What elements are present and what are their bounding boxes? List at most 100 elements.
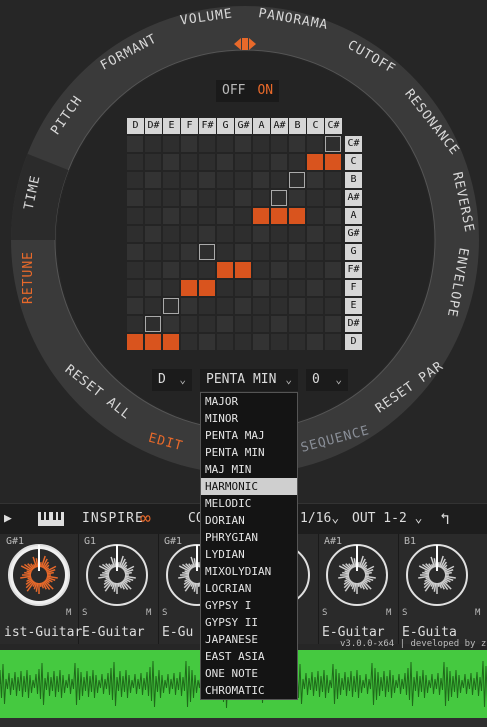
grid-cell[interactable] [127, 136, 143, 152]
grid-cell[interactable] [181, 226, 197, 242]
grid-cell[interactable] [199, 244, 215, 260]
grid-cell[interactable] [127, 262, 143, 278]
grid-cell[interactable] [253, 244, 269, 260]
grid-cell[interactable] [235, 280, 251, 296]
grid-cell[interactable] [271, 280, 287, 296]
output-dropdown[interactable]: OUT 1-2 ⌄ [352, 504, 422, 534]
grid-cell[interactable] [289, 208, 305, 224]
grid-cell[interactable] [325, 154, 341, 170]
grid-cell[interactable] [289, 244, 305, 260]
scale-option[interactable]: MAJOR [201, 393, 297, 410]
grid-cell[interactable] [145, 244, 161, 260]
grid-cell[interactable] [289, 172, 305, 188]
grid-cell[interactable] [127, 280, 143, 296]
grid-cell[interactable] [253, 172, 269, 188]
grid-cell[interactable] [289, 190, 305, 206]
grid-cell[interactable] [163, 334, 179, 350]
channel[interactable]: B1 S M E-Guita [398, 534, 487, 644]
grid-cell[interactable] [145, 190, 161, 206]
grid-cell[interactable] [271, 154, 287, 170]
inspire-button[interactable]: INSPIRE [82, 504, 144, 534]
rate-dropdown[interactable]: 1/16⌄ [300, 504, 339, 534]
grid-cell[interactable] [307, 334, 323, 350]
grid-cell[interactable] [289, 298, 305, 314]
scale-option[interactable]: LYDIAN [201, 546, 297, 563]
grid-cell[interactable] [127, 244, 143, 260]
grid-cell[interactable] [127, 190, 143, 206]
grid-cell[interactable] [289, 226, 305, 242]
grid-cell[interactable] [181, 190, 197, 206]
grid-cell[interactable] [289, 334, 305, 350]
scale-option[interactable]: HARMONIC [201, 478, 297, 495]
channel[interactable]: A#1 S M E-Guitar [318, 534, 399, 644]
grid-cell[interactable] [181, 172, 197, 188]
grid-cell[interactable] [307, 298, 323, 314]
play-icon[interactable]: ▶ [4, 504, 12, 534]
scale-option[interactable]: MINOR [201, 410, 297, 427]
grid-cell[interactable] [271, 262, 287, 278]
grid-cell[interactable] [127, 226, 143, 242]
grid-cell[interactable] [217, 334, 233, 350]
grid-cell[interactable] [271, 136, 287, 152]
scale-option[interactable]: PENTA MIN [201, 444, 297, 461]
row-label[interactable]: G [345, 244, 362, 260]
grid-cell[interactable] [217, 316, 233, 332]
grid-cell[interactable] [253, 280, 269, 296]
grid-cell[interactable] [289, 316, 305, 332]
grid-cell[interactable] [163, 136, 179, 152]
infinity-icon[interactable]: ∞ [140, 504, 151, 534]
grid-cell[interactable] [271, 172, 287, 188]
grid-cell[interactable] [325, 298, 341, 314]
grid-cell[interactable] [181, 208, 197, 224]
grid-cell[interactable] [163, 316, 179, 332]
grid-cell[interactable] [217, 244, 233, 260]
scale-dropdown[interactable]: PENTA MIN ⌄ [200, 369, 298, 391]
grid-cell[interactable] [307, 244, 323, 260]
octave-dropdown[interactable]: 0 ⌄ [306, 369, 348, 391]
grid-cell[interactable] [235, 190, 251, 206]
grid-cell[interactable] [145, 172, 161, 188]
scale-option[interactable]: PENTA MAJ [201, 427, 297, 444]
grid-cell[interactable] [325, 280, 341, 296]
grid-cell[interactable] [163, 298, 179, 314]
grid-cell[interactable] [307, 190, 323, 206]
grid-cell[interactable] [163, 262, 179, 278]
row-label[interactable]: G# [345, 226, 362, 242]
grid-cell[interactable] [253, 190, 269, 206]
grid-cell[interactable] [253, 262, 269, 278]
undo-icon[interactable]: ↰ [440, 504, 450, 534]
grid-cell[interactable] [253, 154, 269, 170]
grid-cell[interactable] [145, 334, 161, 350]
grid-cell[interactable] [145, 154, 161, 170]
grid-cell[interactable] [235, 172, 251, 188]
grid-cell[interactable] [145, 262, 161, 278]
grid-cell[interactable] [325, 316, 341, 332]
grid-cell[interactable] [127, 172, 143, 188]
grid-cell[interactable] [181, 316, 197, 332]
grid-cell[interactable] [217, 226, 233, 242]
scale-option[interactable]: MIXOLYDIAN [201, 563, 297, 580]
grid-cell[interactable] [181, 262, 197, 278]
grid-cell[interactable] [289, 280, 305, 296]
grid-cell[interactable] [217, 262, 233, 278]
channel-knob[interactable] [402, 540, 472, 610]
grid-cell[interactable] [199, 226, 215, 242]
grid-cell[interactable] [271, 334, 287, 350]
grid-cell[interactable] [217, 190, 233, 206]
grid-cell[interactable] [253, 334, 269, 350]
grid-cell[interactable] [235, 226, 251, 242]
row-label[interactable]: C [345, 154, 362, 170]
grid-cell[interactable] [199, 334, 215, 350]
grid-cell[interactable] [307, 136, 323, 152]
mute-button[interactable]: M [66, 608, 71, 618]
root-note-dropdown[interactable]: D ⌄ [152, 369, 192, 391]
row-label[interactable]: D [345, 334, 362, 350]
grid-cell[interactable] [253, 208, 269, 224]
scale-option[interactable]: MELODIC [201, 495, 297, 512]
grid-cell[interactable] [307, 262, 323, 278]
scale-option[interactable]: JAPANESE [201, 631, 297, 648]
grid-cell[interactable] [163, 172, 179, 188]
scale-list-popup[interactable]: MAJOR MINOR PENTA MAJ PENTA MIN MAJ MIN HARMO… [200, 392, 298, 700]
row-label[interactable]: A [345, 208, 362, 224]
mute-button[interactable]: M [475, 608, 480, 618]
